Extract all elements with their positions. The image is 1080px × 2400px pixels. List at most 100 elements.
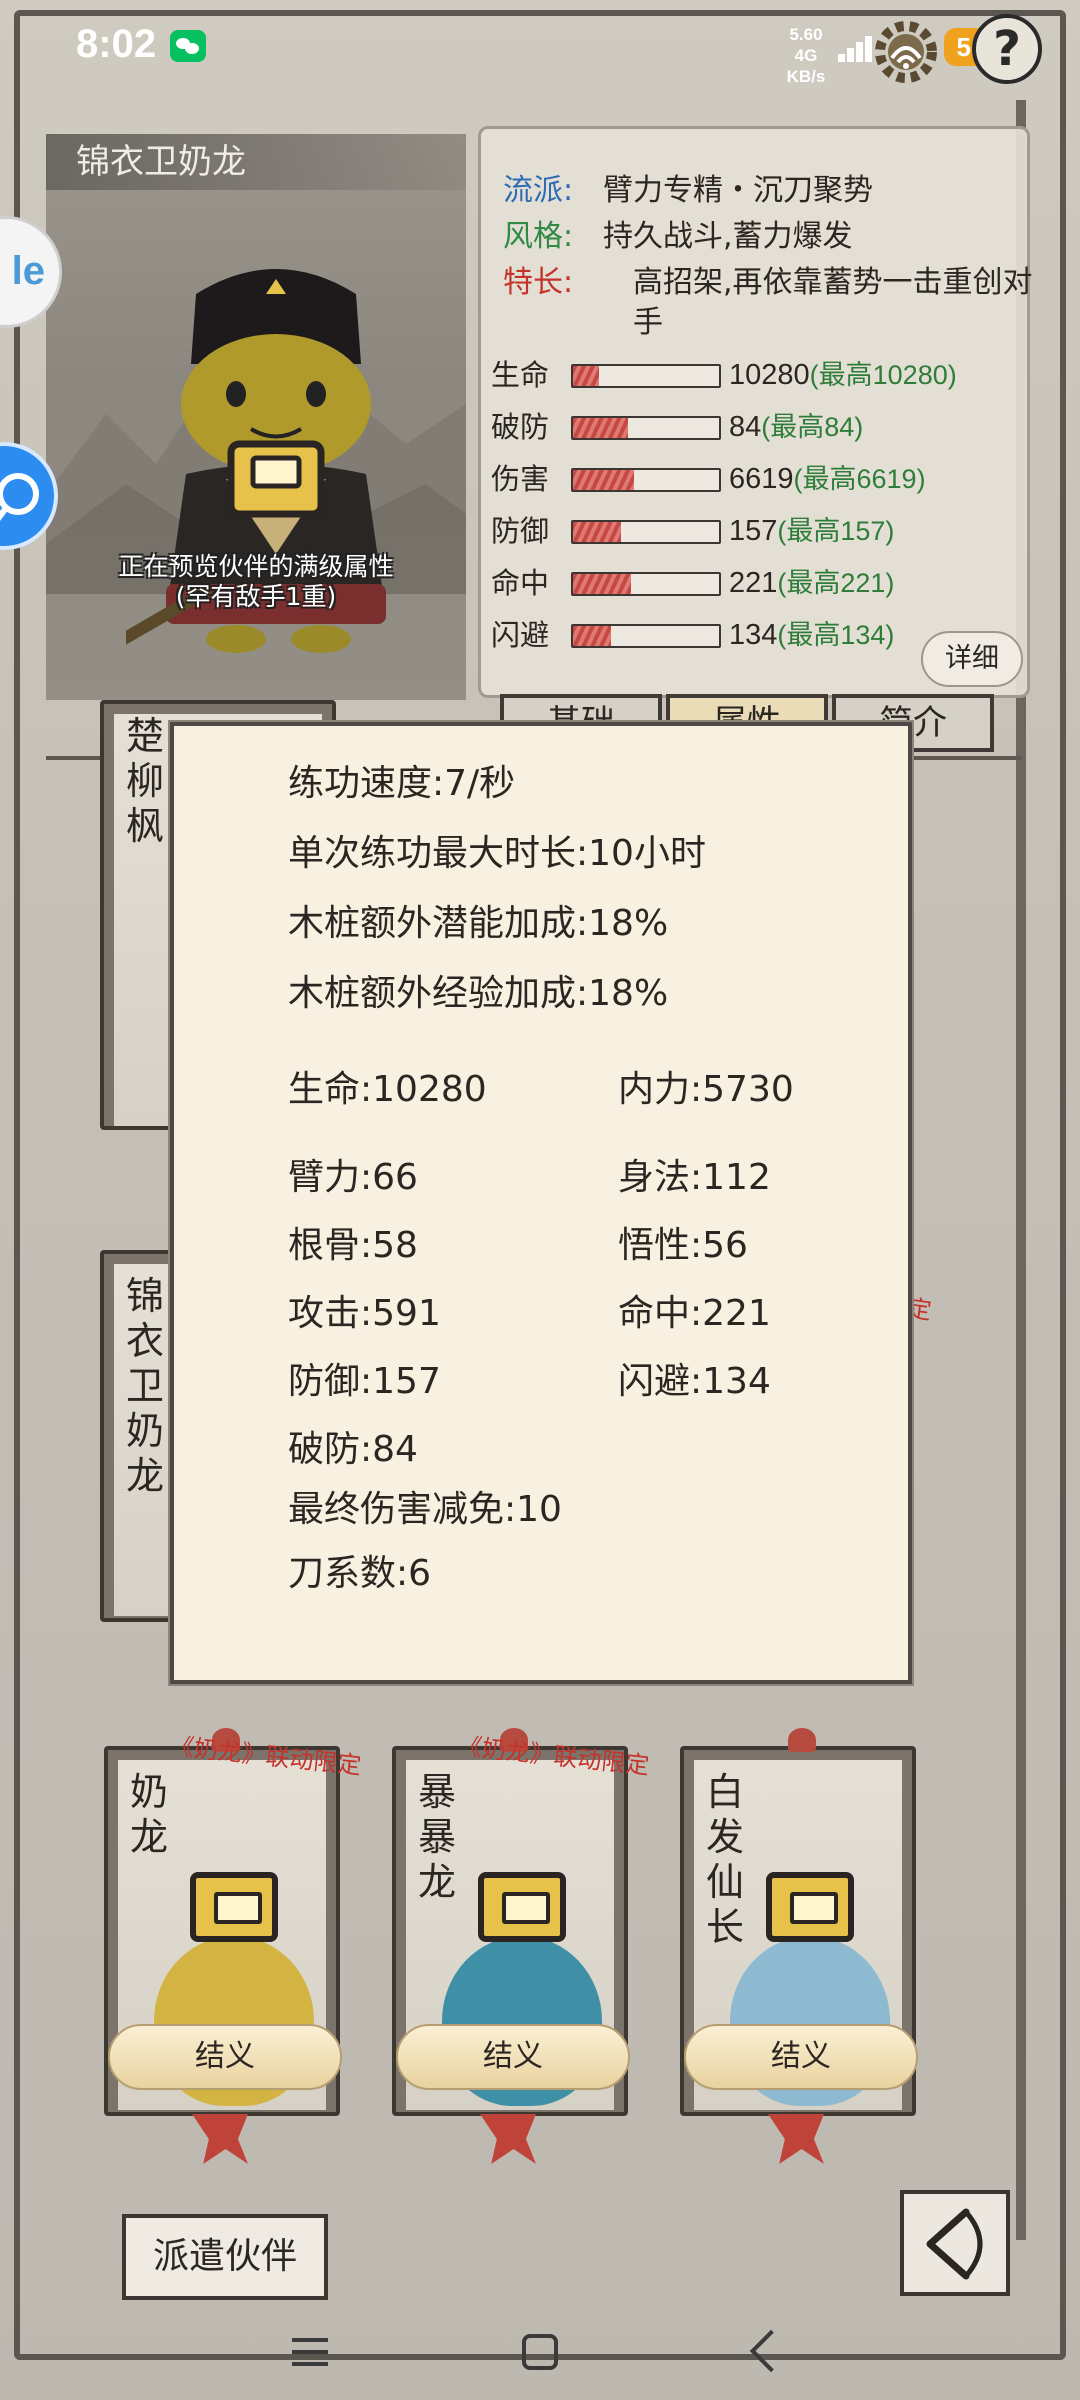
school-value: 臂力专精・沉刀聚势 — [603, 173, 873, 208]
stat-current: 84 — [729, 411, 762, 443]
gate-badge-icon — [190, 1872, 278, 1942]
style-value: 持久战斗,蓄力爆发 — [603, 219, 853, 254]
partner-card[interactable]: 暴暴龙 《奶龙》联动限定 结义 — [392, 1728, 651, 2164]
stat-max: (最高221) — [777, 568, 895, 598]
stat-max: (最高84) — [761, 412, 864, 442]
stat-bar-fill — [573, 574, 632, 594]
stat-value: 84(最高84) — [729, 407, 863, 447]
network-speed-unit: KB/s — [786, 67, 826, 86]
stat-value: 6619(最高6619) — [729, 459, 926, 499]
card-name: 奶龙 — [130, 1770, 169, 1859]
stat-hit: 命中:221 — [618, 1293, 771, 1334]
stat-bar — [571, 364, 721, 388]
navigation-bar — [0, 2316, 1080, 2400]
train-speed: 练功速度:7/秒 — [288, 763, 516, 804]
stat-bar-fill — [573, 470, 635, 490]
detail-button[interactable]: 详细 — [921, 631, 1023, 687]
dispatch-partner-button[interactable]: 派遣伙伴 — [122, 2214, 328, 2300]
recent-apps-icon[interactable] — [292, 2334, 334, 2370]
stat-row: 命中 221(最高221) — [491, 563, 1021, 603]
partner-name: 锦衣卫奶龙 — [46, 134, 466, 190]
stat-bar — [571, 468, 721, 492]
stat-bar-fill — [573, 626, 611, 646]
stat-hp: 生命:10280 — [288, 1069, 487, 1110]
stat-value: 221(最高221) — [729, 563, 894, 603]
stat-max: (最高157) — [777, 516, 895, 546]
search-icon — [0, 473, 39, 521]
stat-current: 221 — [729, 567, 778, 599]
max-train-duration: 单次练功最大时长:10小时 — [288, 833, 706, 874]
specialty-key: 特长: — [503, 265, 574, 300]
stat-bar — [571, 572, 721, 596]
exp-bonus: 木桩额外经验加成:18% — [288, 973, 669, 1014]
floating-assist-label: le — [11, 249, 45, 293]
stat-bar-fill — [573, 366, 600, 386]
potential-bonus: 木桩额外潜能加成:18% — [288, 903, 669, 944]
clock: 8:02 — [76, 22, 157, 66]
stat-inner-power: 内力:5730 — [618, 1069, 794, 1110]
stat-current: 10280 — [729, 359, 810, 391]
back-button[interactable] — [900, 2190, 1010, 2296]
card-name: 锦衣卫奶龙 — [126, 1274, 165, 1498]
stat-bar — [571, 416, 721, 440]
stat-comprehension: 悟性:56 — [618, 1225, 748, 1266]
stat-current: 134 — [729, 619, 778, 651]
home-icon[interactable] — [522, 2334, 558, 2370]
search-float-button[interactable] — [0, 442, 58, 550]
help-button[interactable]: ? — [972, 14, 1042, 84]
card-name: 白发仙长 — [706, 1770, 745, 1949]
stat-row: 伤害 6619(最高6619) — [491, 459, 1021, 499]
back-arrow-icon — [926, 2208, 983, 2280]
network-speed: 5.60 4G KB/s — [776, 24, 836, 87]
school-key: 流派: — [503, 173, 574, 208]
stat-penetration: 破防:84 — [288, 1429, 418, 1470]
attributes-popup: 练功速度:7/秒 单次练功最大时长:10小时 木桩额外潜能加成:18% 木桩额外… — [170, 722, 912, 1684]
school-row: 流派: 臂力专精・沉刀聚势 — [503, 171, 873, 211]
stat-name: 防御 — [491, 514, 550, 548]
network-speed-value: 5.60 4G — [789, 25, 823, 65]
stat-row: 生命 10280(最高10280) — [491, 355, 1021, 395]
style-row: 风格: 持久战斗,蓄力爆发 — [503, 217, 853, 257]
stat-constitution: 根骨:58 — [288, 1225, 418, 1266]
card-pin — [788, 1728, 816, 1752]
gate-badge-icon — [478, 1872, 566, 1942]
gear-icon[interactable] — [868, 14, 944, 90]
wechat-icon — [170, 30, 206, 62]
stat-agility: 身法:112 — [618, 1157, 771, 1198]
stat-defense: 防御:157 — [288, 1361, 441, 1402]
partner-portrait: 锦衣卫奶龙 正在预览伙伴的满级属性 (罕有敌手1重) — [46, 134, 466, 700]
stat-value: 134(最高134) — [729, 615, 894, 655]
stat-bar-fill — [573, 522, 622, 542]
stat-name: 生命 — [491, 358, 550, 392]
stat-max: (最高10280) — [809, 360, 957, 390]
stat-blade-coef: 刀系数:6 — [288, 1553, 432, 1594]
sworn-button[interactable]: 结义 — [108, 2024, 342, 2090]
stat-bar — [571, 624, 721, 648]
sworn-button[interactable]: 结义 — [684, 2024, 918, 2090]
stat-bar-fill — [573, 418, 629, 438]
card-name: 楚柳枫 — [126, 714, 165, 848]
stat-row: 破防 84(最高84) — [491, 407, 1021, 447]
stat-name: 破防 — [491, 410, 550, 444]
partner-card[interactable]: 白发仙长结义 — [680, 1728, 918, 2164]
stat-name: 命中 — [491, 566, 550, 600]
specialty-row: 特长: 高招架,再依靠蓄势一击重创对手 — [503, 263, 1033, 340]
stat-bar — [571, 520, 721, 544]
stat-name: 闪避 — [491, 618, 550, 652]
back-icon[interactable] — [749, 2329, 793, 2373]
sworn-button[interactable]: 结义 — [396, 2024, 630, 2090]
stat-max: (最高134) — [777, 620, 895, 650]
status-bar: 8:02 5.60 4G KB/s 56 ? — [0, 0, 1080, 96]
stat-row: 防御 157(最高157) — [491, 511, 1021, 551]
stat-value: 157(最高157) — [729, 511, 894, 551]
gate-badge-icon — [766, 1872, 854, 1942]
stat-strength: 臂力:66 — [288, 1157, 418, 1198]
partner-info-card: 流派: 臂力专精・沉刀聚势 风格: 持久战斗,蓄力爆发 特长: 高招架,再依靠蓄势一… — [478, 126, 1033, 698]
partner-card[interactable]: 奶龙 《奶龙》联动限定 结义 — [104, 1728, 363, 2164]
stat-name: 伤害 — [491, 462, 550, 496]
stat-value: 10280(最高10280) — [729, 355, 957, 395]
style-key: 风格: — [503, 219, 574, 254]
stat-final-reduction: 最终伤害减免:10 — [288, 1489, 562, 1530]
stat-current: 157 — [729, 515, 778, 547]
stat-max: (最高6619) — [793, 464, 926, 494]
